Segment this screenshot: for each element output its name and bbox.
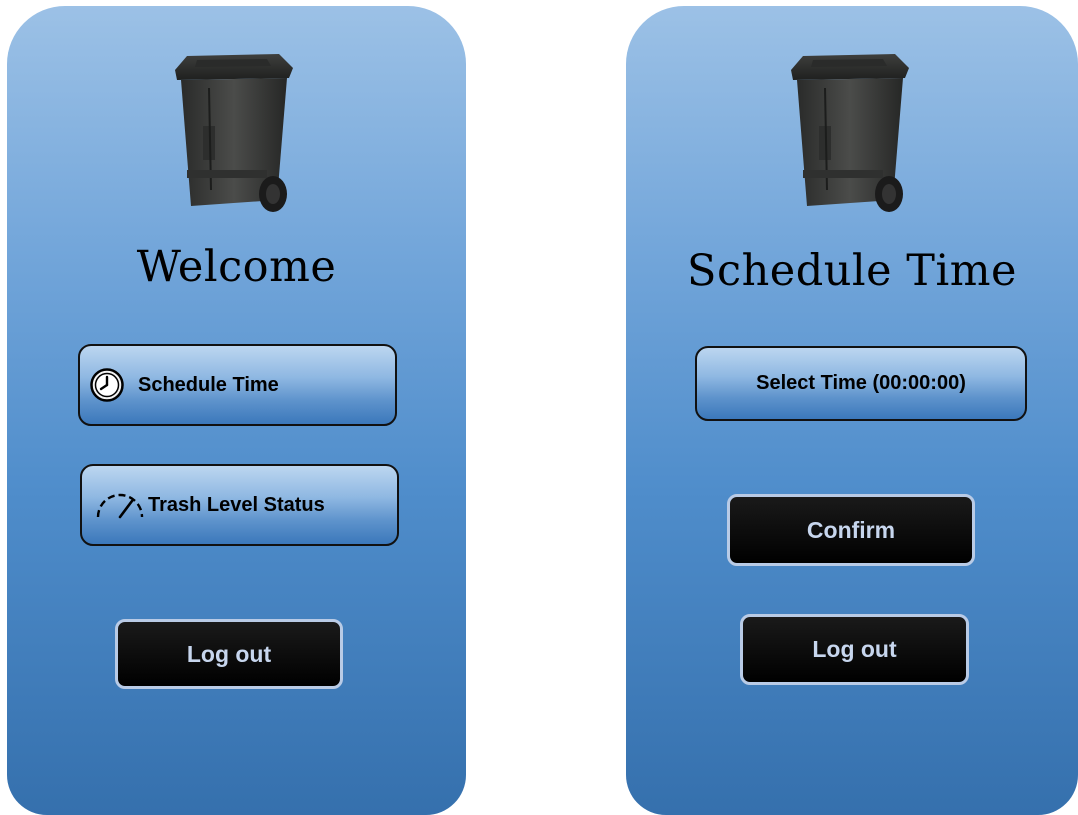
log-out-button[interactable]: Log out [115, 619, 343, 689]
confirm-button[interactable]: Confirm [727, 494, 975, 566]
log-out-label: Log out [186, 640, 272, 667]
schedule-time-button[interactable]: Schedule Time [78, 344, 397, 426]
schedule-time-screen: Schedule Time Select Time (00:00:00) Con… [626, 6, 1078, 815]
log-out-label: Log out [812, 636, 897, 662]
confirm-label: Confirm [806, 516, 896, 543]
welcome-screen: Welcome Schedule Time Trash Level Status… [7, 6, 466, 815]
page-title: Welcome [136, 242, 337, 292]
select-time-button[interactable]: Select Time (00:00:00) [695, 346, 1027, 421]
trash-level-status-label: Trash Level Status [148, 493, 325, 516]
gauge-icon [96, 493, 144, 519]
trash-bin-icon [175, 54, 293, 212]
clock-icon [90, 368, 124, 402]
select-time-label: Select Time (00:00:00) [756, 372, 966, 394]
page-title: Schedule Time [687, 246, 1017, 296]
trash-bin-icon [791, 54, 909, 212]
trash-level-status-button[interactable]: Trash Level Status [80, 464, 399, 546]
log-out-button[interactable]: Log out [740, 614, 969, 685]
schedule-time-label: Schedule Time [138, 373, 279, 396]
